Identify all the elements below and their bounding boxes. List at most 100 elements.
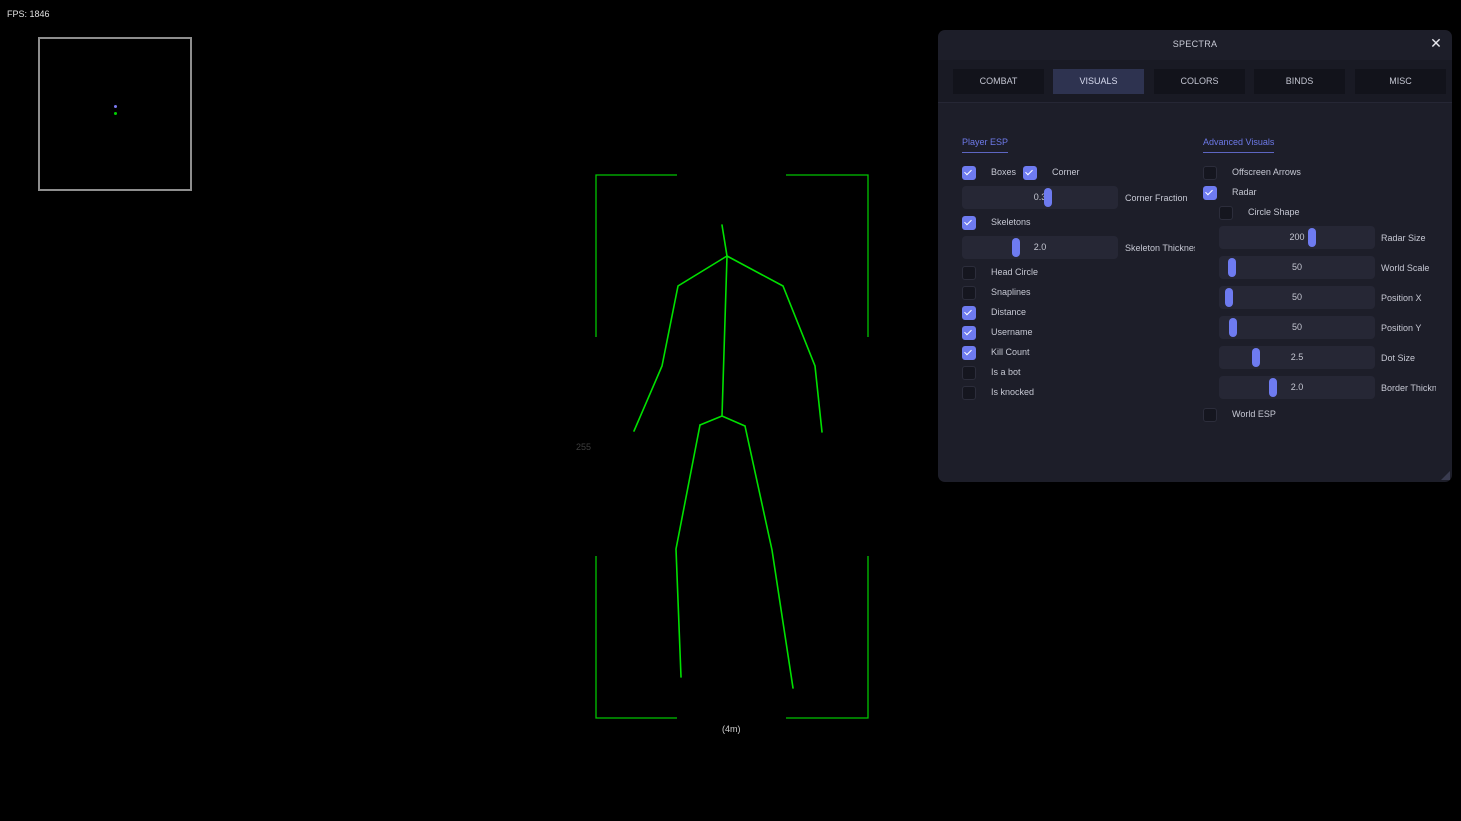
distance-row[interactable]: Distance xyxy=(962,306,1082,320)
position-x-grab[interactable] xyxy=(1225,288,1233,307)
snaplines-checkbox[interactable] xyxy=(962,286,976,300)
skeleton-spine xyxy=(721,255,728,417)
kill-count-row[interactable]: Kill Count xyxy=(962,346,1082,360)
head-circle-label: Head Circle xyxy=(991,267,1039,277)
skeleton-thickness-value: 2.0 xyxy=(1033,242,1047,252)
position-x-value: 50 xyxy=(1291,292,1302,302)
skeleton-thickness-grab[interactable] xyxy=(1012,238,1020,257)
world-scale-value: 50 xyxy=(1291,262,1302,272)
world-scale-grab[interactable] xyxy=(1228,258,1236,277)
position-y-grab[interactable] xyxy=(1229,318,1237,337)
tab-bar: COMBAT VISUALS COLORS BINDS MISC xyxy=(938,60,1452,103)
border-thickness-label: Border Thickness xyxy=(1381,383,1436,393)
skeleton-left-arm xyxy=(633,255,728,432)
menu-title: SPECTRA xyxy=(1172,39,1218,49)
circle-shape-label: Circle Shape xyxy=(1248,207,1300,217)
is-bot-row[interactable]: Is a bot xyxy=(962,366,1082,380)
radar-row[interactable]: Radar xyxy=(1203,186,1343,200)
position-x-label: Position X xyxy=(1381,293,1422,303)
radar-size-label: Radar Size xyxy=(1381,233,1426,243)
esp-distance-text: (4m) xyxy=(722,724,741,734)
tab-combat[interactable]: COMBAT xyxy=(953,69,1044,94)
radar-label: Radar xyxy=(1232,187,1257,197)
is-knocked-label: Is knocked xyxy=(991,387,1035,397)
skeleton-left-leg xyxy=(675,424,701,678)
advanced-visuals-heading: Advanced Visuals xyxy=(1203,137,1275,153)
dot-size-value: 2.5 xyxy=(1290,352,1304,362)
boxes-label: Boxes xyxy=(991,167,1017,177)
is-knocked-checkbox[interactable] xyxy=(962,386,976,400)
radar-size-grab[interactable] xyxy=(1308,228,1316,247)
skeletons-checkbox[interactable] xyxy=(962,216,976,230)
skeleton-right-leg xyxy=(744,425,794,689)
border-thickness-slider[interactable]: 2.0 xyxy=(1219,376,1375,399)
tab-colors[interactable]: COLORS xyxy=(1154,69,1245,94)
esp-box-corner-tl xyxy=(595,174,677,337)
skeletons-label: Skeletons xyxy=(991,217,1031,227)
is-bot-checkbox[interactable] xyxy=(962,366,976,380)
radar-checkbox[interactable] xyxy=(1203,186,1217,200)
position-y-label: Position Y xyxy=(1381,323,1422,333)
esp-corner-box xyxy=(595,174,869,719)
esp-health-text: 255 xyxy=(576,442,592,452)
esp-box-corner-br xyxy=(786,556,869,719)
corner-fraction-grab[interactable] xyxy=(1044,188,1052,207)
head-circle-checkbox[interactable] xyxy=(962,266,976,280)
username-row[interactable]: Username xyxy=(962,326,1082,340)
world-esp-checkbox[interactable] xyxy=(1203,408,1217,422)
username-checkbox[interactable] xyxy=(962,326,976,340)
border-thickness-grab[interactable] xyxy=(1269,378,1277,397)
skeleton-thickness-slider[interactable]: 2.0 xyxy=(962,236,1118,259)
corner-checkbox[interactable] xyxy=(1023,166,1037,180)
world-scale-label: World Scale xyxy=(1381,263,1430,273)
resize-grip[interactable] xyxy=(1441,471,1450,480)
offscreen-arrows-label: Offscreen Arrows xyxy=(1232,167,1301,177)
tab-visuals[interactable]: VISUALS xyxy=(1053,69,1144,94)
corner-label: Corner xyxy=(1052,167,1080,177)
position-x-slider[interactable]: 50 xyxy=(1219,286,1375,309)
dot-size-slider[interactable]: 2.5 xyxy=(1219,346,1375,369)
is-knocked-row[interactable]: Is knocked xyxy=(962,386,1082,400)
world-esp-row[interactable]: World ESP xyxy=(1203,408,1343,422)
circle-shape-checkbox[interactable] xyxy=(1219,206,1233,220)
corner-fraction-label: Corner Fraction xyxy=(1125,193,1188,203)
esp-box-corner-tr xyxy=(786,174,869,337)
skeleton-right-arm xyxy=(726,255,823,433)
username-label: Username xyxy=(991,327,1033,337)
esp-box-corner-bl xyxy=(595,556,677,719)
close-icon[interactable]: ✕ xyxy=(1428,35,1444,51)
kill-count-checkbox[interactable] xyxy=(962,346,976,360)
boxes-row[interactable]: Boxes xyxy=(962,166,1032,180)
corner-row[interactable]: Corner xyxy=(1023,166,1093,180)
world-scale-slider[interactable]: 50 xyxy=(1219,256,1375,279)
offscreen-arrows-row[interactable]: Offscreen Arrows xyxy=(1203,166,1343,180)
player-esp-heading: Player ESP xyxy=(962,137,1009,153)
skeleton-neck xyxy=(721,224,728,257)
dot-size-grab[interactable] xyxy=(1252,348,1260,367)
offscreen-arrows-checkbox[interactable] xyxy=(1203,166,1217,180)
position-y-value: 50 xyxy=(1291,322,1302,332)
border-thickness-value: 2.0 xyxy=(1290,382,1304,392)
skeletons-row[interactable]: Skeletons xyxy=(962,216,1082,230)
skeleton-thickness-label: Skeleton Thickness xyxy=(1125,243,1195,253)
head-circle-row[interactable]: Head Circle xyxy=(962,266,1082,280)
position-y-slider[interactable]: 50 xyxy=(1219,316,1375,339)
tab-misc[interactable]: MISC xyxy=(1355,69,1446,94)
esp-skeleton xyxy=(633,224,823,689)
skeleton-hips xyxy=(699,415,746,427)
kill-count-label: Kill Count xyxy=(991,347,1030,357)
corner-fraction-slider[interactable]: 0.3 xyxy=(962,186,1118,209)
radar-size-slider[interactable]: 200 xyxy=(1219,226,1375,249)
spectra-menu[interactable]: SPECTRA ✕ COMBAT VISUALS COLORS BINDS MI… xyxy=(938,30,1452,482)
distance-checkbox[interactable] xyxy=(962,306,976,320)
distance-label: Distance xyxy=(991,307,1027,317)
radar-size-value: 200 xyxy=(1289,232,1305,242)
circle-shape-row[interactable]: Circle Shape xyxy=(1219,206,1359,220)
snaplines-label: Snaplines xyxy=(991,287,1031,297)
tab-binds[interactable]: BINDS xyxy=(1254,69,1345,94)
is-bot-label: Is a bot xyxy=(991,367,1021,377)
corner-fraction-value: 0.3 xyxy=(1033,192,1047,202)
boxes-checkbox[interactable] xyxy=(962,166,976,180)
snaplines-row[interactable]: Snaplines xyxy=(962,286,1082,300)
world-esp-label: World ESP xyxy=(1232,409,1276,419)
